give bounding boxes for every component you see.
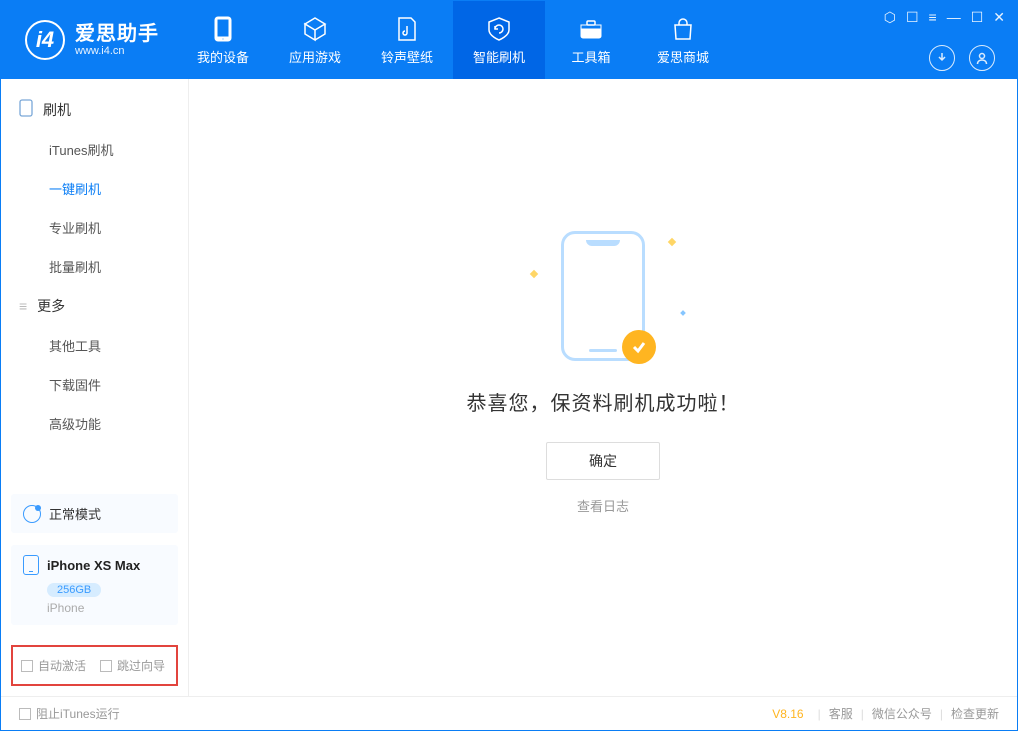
- cube-icon: [301, 15, 329, 43]
- footer: 阻止iTunes运行 V8.16 | 客服 | 微信公众号 | 检查更新: [1, 696, 1017, 730]
- checkmark-badge-icon: [622, 330, 656, 364]
- check-update-link[interactable]: 检查更新: [951, 705, 999, 722]
- menu-icon[interactable]: ≡: [929, 9, 937, 26]
- nav-flash[interactable]: 智能刷机: [453, 1, 545, 79]
- header: i4 爱思助手 www.i4.cn 我的设备 应用游戏 铃声壁纸 智能刷机: [1, 1, 1017, 79]
- sidebar-group-flash: 刷机: [1, 89, 188, 130]
- body: 刷机 iTunes刷机 一键刷机 专业刷机 批量刷机 ≡ 更多 其他工具 下载固…: [1, 79, 1017, 696]
- sparkle-icon: [530, 269, 538, 277]
- nav-my-device[interactable]: 我的设备: [177, 1, 269, 79]
- phone-outline-icon: [19, 99, 33, 120]
- device-name: iPhone XS Max: [47, 558, 140, 573]
- tshirt-icon[interactable]: ⬡: [884, 9, 896, 26]
- lock-icon[interactable]: ☐: [906, 9, 919, 26]
- nav-label: 爱思商城: [657, 47, 709, 66]
- success-message: 恭喜您，保资料刷机成功啦！: [467, 387, 740, 416]
- maximize-button[interactable]: ☐: [971, 9, 984, 26]
- device-capacity: 256GB: [47, 583, 101, 597]
- nav-ringtone[interactable]: 铃声壁纸: [361, 1, 453, 79]
- separator: |: [940, 707, 943, 721]
- phone-illustration-icon: [561, 231, 645, 361]
- sidebar-item-other-tools[interactable]: 其他工具: [1, 326, 188, 365]
- sidebar-item-advanced[interactable]: 高级功能: [1, 404, 188, 443]
- checkbox-label: 自动激活: [38, 657, 86, 674]
- checkbox-stop-itunes[interactable]: 阻止iTunes运行: [19, 705, 120, 722]
- group-title: 刷机: [43, 100, 71, 120]
- app-subtitle: www.i4.cn: [75, 45, 159, 57]
- main-nav: 我的设备 应用游戏 铃声壁纸 智能刷机 工具箱 爱思商城: [177, 1, 729, 79]
- bag-icon: [669, 15, 697, 43]
- sidebar-item-oneclick-flash[interactable]: 一键刷机: [1, 169, 188, 208]
- app-window: i4 爱思助手 www.i4.cn 我的设备 应用游戏 铃声壁纸 智能刷机: [0, 0, 1018, 731]
- checkbox-label: 阻止iTunes运行: [36, 705, 120, 722]
- nav-apps[interactable]: 应用游戏: [269, 1, 361, 79]
- group-title: 更多: [37, 296, 65, 316]
- sidebar-item-pro-flash[interactable]: 专业刷机: [1, 208, 188, 247]
- separator: |: [861, 707, 864, 721]
- device-phone-icon: [23, 555, 39, 575]
- logo-text: 爱思助手 www.i4.cn: [75, 23, 159, 57]
- app-title: 爱思助手: [75, 23, 159, 45]
- checkbox-skip-guide[interactable]: 跳过向导: [100, 657, 165, 674]
- version-label: V8.16: [772, 707, 803, 721]
- mode-status-icon: [23, 505, 41, 523]
- nav-label: 工具箱: [571, 47, 610, 66]
- list-icon: ≡: [19, 298, 27, 314]
- checkbox-box-icon: [19, 708, 31, 720]
- nav-toolbox[interactable]: 工具箱: [545, 1, 637, 79]
- sidebar-item-itunes-flash[interactable]: iTunes刷机: [1, 130, 188, 169]
- user-button[interactable]: [969, 45, 995, 71]
- close-button[interactable]: ✕: [993, 9, 1005, 26]
- logo-area: i4 爱思助手 www.i4.cn: [1, 1, 177, 79]
- view-log-link[interactable]: 查看日志: [577, 496, 629, 515]
- nav-label: 铃声壁纸: [381, 47, 433, 66]
- nav-label: 应用游戏: [289, 47, 341, 66]
- mode-card[interactable]: 正常模式: [11, 494, 178, 533]
- checkbox-label: 跳过向导: [117, 657, 165, 674]
- main-content: 恭喜您，保资料刷机成功啦！ 确定 查看日志: [189, 79, 1017, 696]
- sparkle-icon: [680, 310, 686, 316]
- toolbox-icon: [577, 15, 605, 43]
- checkbox-box-icon: [21, 660, 33, 672]
- logo-icon: i4: [25, 20, 65, 60]
- sidebar-group-more: ≡ 更多: [1, 286, 188, 326]
- sparkle-icon: [668, 237, 676, 245]
- highlighted-options: 自动激活 跳过向导: [11, 645, 178, 686]
- nav-store[interactable]: 爱思商城: [637, 1, 729, 79]
- separator: |: [818, 707, 821, 721]
- nav-label: 我的设备: [197, 47, 249, 66]
- device-type: iPhone: [47, 601, 166, 615]
- support-link[interactable]: 客服: [829, 705, 853, 722]
- minimize-button[interactable]: ―: [947, 9, 961, 26]
- wechat-link[interactable]: 微信公众号: [872, 705, 932, 722]
- sidebar-item-batch-flash[interactable]: 批量刷机: [1, 247, 188, 286]
- checkbox-auto-activate[interactable]: 自动激活: [21, 657, 86, 674]
- download-button[interactable]: [929, 45, 955, 71]
- success-illustration: [561, 231, 645, 361]
- device-card[interactable]: iPhone XS Max 256GB iPhone: [11, 545, 178, 625]
- sidebar-item-download-firmware[interactable]: 下载固件: [1, 365, 188, 404]
- music-file-icon: [393, 15, 421, 43]
- shield-refresh-icon: [485, 15, 513, 43]
- mode-label: 正常模式: [49, 504, 101, 523]
- sidebar: 刷机 iTunes刷机 一键刷机 专业刷机 批量刷机 ≡ 更多 其他工具 下载固…: [1, 79, 189, 696]
- checkbox-box-icon: [100, 660, 112, 672]
- ok-button[interactable]: 确定: [546, 442, 660, 480]
- phone-icon: [209, 15, 237, 43]
- nav-label: 智能刷机: [473, 47, 525, 66]
